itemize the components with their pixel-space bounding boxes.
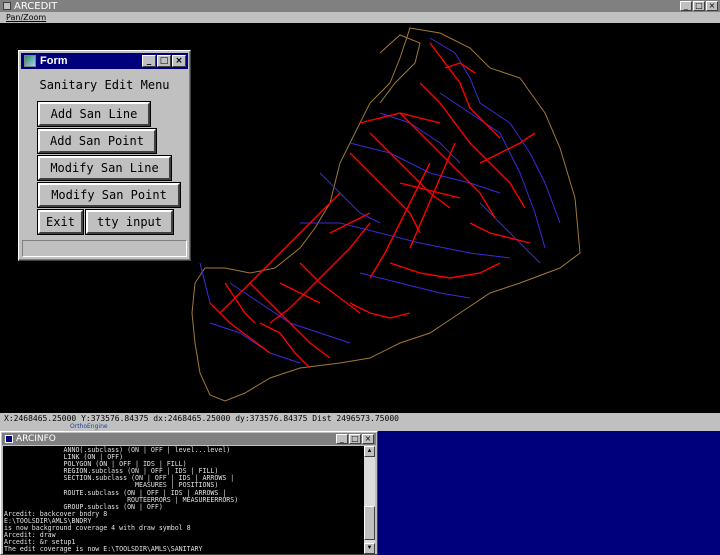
arcinfo-title: ARCINFO bbox=[16, 434, 56, 444]
tty-input-button[interactable]: tty input bbox=[86, 210, 173, 234]
arcedit-app-icon bbox=[3, 2, 11, 10]
pan-zoom-menu[interactable]: Pan/Zoom bbox=[6, 13, 46, 22]
console-scrollbar[interactable]: ▲ ▼ bbox=[364, 446, 375, 554]
menubar: Pan/Zoom bbox=[0, 12, 720, 23]
form-app-icon bbox=[24, 55, 36, 67]
boundary-outline bbox=[191, 27, 581, 402]
console-text: ANNO(.subclass) (ON | OFF | level...leve… bbox=[3, 446, 364, 553]
minimize-icon[interactable]: _ bbox=[142, 55, 156, 67]
scroll-thumb[interactable] bbox=[364, 506, 375, 540]
form-title: Form bbox=[40, 55, 68, 67]
arcinfo-title-bar[interactable]: ARCINFO _ □ × bbox=[2, 433, 376, 445]
form-status-field bbox=[22, 240, 187, 257]
maximize-icon[interactable]: □ bbox=[157, 55, 171, 67]
scroll-down-arrow-icon[interactable]: ▼ bbox=[364, 543, 375, 554]
ortho-strip: OrthoEngine bbox=[0, 423, 720, 431]
modify-san-line-button[interactable]: Modify San Line bbox=[38, 156, 171, 180]
form-window: Form _ □ × Sanitary Edit Menu Add San Li… bbox=[18, 50, 191, 261]
add-san-line-button[interactable]: Add San Line bbox=[38, 102, 150, 126]
arcedit-title-bar[interactable]: ARCEDIT _ □ × bbox=[0, 0, 720, 12]
minimize-icon[interactable]: _ bbox=[336, 434, 348, 444]
arcinfo-app-icon bbox=[5, 435, 13, 443]
scroll-up-arrow-icon[interactable]: ▲ bbox=[364, 446, 375, 457]
console-output[interactable]: ANNO(.subclass) (ON | OFF | level...leve… bbox=[3, 446, 364, 554]
maximize-icon[interactable]: □ bbox=[693, 1, 705, 11]
close-icon[interactable]: × bbox=[172, 55, 186, 67]
ortho-engine-label[interactable]: OrthoEngine bbox=[70, 423, 108, 430]
desktop-background bbox=[378, 431, 720, 555]
sanitary-lines bbox=[209, 42, 536, 369]
arcedit-title: ARCEDIT bbox=[14, 0, 58, 12]
minimize-icon[interactable]: _ bbox=[680, 1, 692, 11]
console-line: The edit coverage is now E:\TOOLSDIR\AML… bbox=[4, 545, 203, 554]
add-san-point-button[interactable]: Add San Point bbox=[38, 129, 156, 153]
maximize-icon[interactable]: □ bbox=[349, 434, 361, 444]
boundary-outline-inner bbox=[379, 34, 421, 104]
exit-button[interactable]: Exit bbox=[38, 210, 83, 234]
coordinate-status-bar: X:2468465.25000 Y:373576.84375 dx:246846… bbox=[0, 413, 720, 424]
close-icon[interactable]: × bbox=[706, 1, 718, 11]
other-lines bbox=[199, 37, 561, 364]
close-icon[interactable]: × bbox=[362, 434, 374, 444]
menu-heading: Sanitary Edit Menu bbox=[39, 78, 170, 92]
arcinfo-window: ARCINFO _ □ × ANNO(.subclass) (ON | OFF … bbox=[0, 431, 378, 555]
form-title-bar[interactable]: Form _ □ × bbox=[21, 53, 188, 69]
modify-san-point-button[interactable]: Modify San Point bbox=[38, 183, 180, 207]
